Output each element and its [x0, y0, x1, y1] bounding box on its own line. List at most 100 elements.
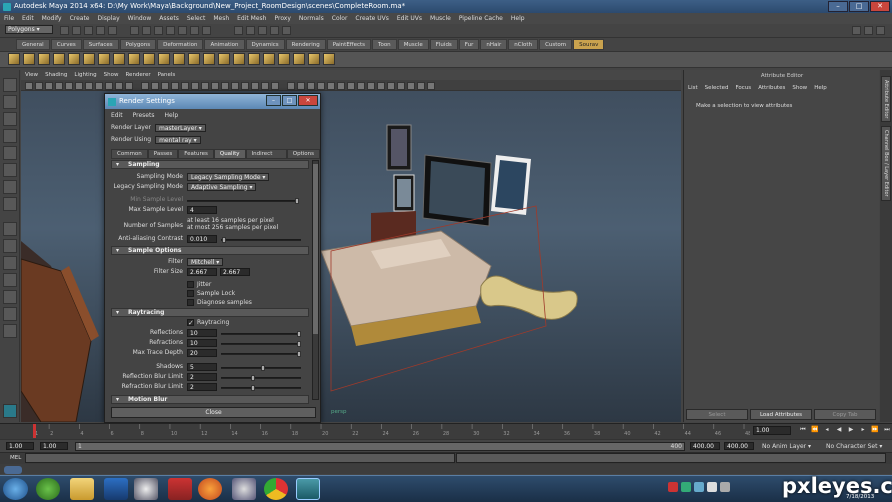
shelf-tool-icon[interactable] [248, 53, 260, 65]
playback-start-field[interactable]: 1.00 [40, 442, 68, 450]
menu-modify[interactable]: Modify [42, 13, 62, 24]
shelf-tab-toon[interactable]: Toon [372, 39, 397, 50]
render-settings-scroll-thumb[interactable] [313, 164, 318, 334]
play-backward-icon[interactable]: ◀ [834, 425, 844, 435]
viewport-tool-icon[interactable] [427, 82, 435, 90]
mel-label[interactable]: MEL [10, 454, 21, 462]
shelf-tab-polygons[interactable]: Polygons [119, 39, 157, 50]
select-tool-icon[interactable] [3, 78, 17, 92]
shelf-tab-fur[interactable]: Fur [458, 39, 480, 50]
redo-icon[interactable] [108, 26, 117, 35]
menu-window[interactable]: Window [128, 13, 152, 24]
viewport-tool-icon[interactable] [25, 82, 33, 90]
minimize-button[interactable]: – [828, 1, 848, 12]
diagnose-checkbox[interactable] [187, 299, 194, 306]
rs-menu-help[interactable]: Help [164, 111, 178, 120]
viewport-tool-icon[interactable] [241, 82, 249, 90]
min-sample-slider[interactable] [187, 198, 299, 204]
single-pane-layout-icon[interactable] [3, 222, 17, 236]
viewport-tool-icon[interactable] [337, 82, 345, 90]
viewport-tool-icon[interactable] [191, 82, 199, 90]
settings-app-icon[interactable] [232, 478, 256, 500]
viewport-menu-show[interactable]: Show [104, 70, 119, 80]
menu-assets[interactable]: Assets [159, 13, 179, 24]
viewport-tool-icon[interactable] [221, 82, 229, 90]
paint-select-icon[interactable] [3, 112, 17, 126]
shelf-tool-icon[interactable] [53, 53, 65, 65]
rs-minimize-button[interactable]: – [266, 95, 281, 106]
viewport-tool-icon[interactable] [151, 82, 159, 90]
shelf-tool-icon[interactable] [188, 53, 200, 65]
viewport-tool-icon[interactable] [347, 82, 355, 90]
menu-edit-mesh[interactable]: Edit Mesh [237, 13, 266, 24]
hypershade-layout-icon[interactable] [3, 290, 17, 304]
rs-close-button[interactable]: ✕ [298, 95, 318, 106]
jitter-checkbox[interactable] [187, 281, 194, 288]
start-time-field[interactable]: 1.00 [6, 442, 34, 450]
rs-menu-edit[interactable]: Edit [111, 111, 123, 120]
chrome-icon[interactable] [264, 478, 288, 500]
outliner-layout-icon[interactable] [3, 256, 17, 270]
render-frame-icon[interactable] [246, 26, 255, 35]
viewport-tool-icon[interactable] [297, 82, 305, 90]
shadows-slider[interactable] [221, 365, 301, 371]
graph-layout-icon[interactable] [3, 273, 17, 287]
tab-features[interactable]: Features [178, 149, 214, 159]
step-back-key-icon[interactable]: ⏪ [810, 425, 820, 435]
shadows-field[interactable]: 5 [187, 363, 217, 371]
scale-tool-icon[interactable] [3, 163, 17, 177]
shelf-tab-muscle[interactable]: Muscle [397, 39, 429, 50]
step-back-icon[interactable]: ◂ [822, 425, 832, 435]
menu-color[interactable]: Color [332, 13, 348, 24]
ae-menu-selected[interactable]: Selected [705, 84, 729, 92]
viewport-tool-icon[interactable] [287, 82, 295, 90]
shelf-tool-icon[interactable] [128, 53, 140, 65]
shelf-tab-surfaces[interactable]: Surfaces [82, 39, 119, 50]
side-tab-channel-box[interactable]: Channel Box / Layer Editor [881, 126, 891, 201]
tray-sync-icon[interactable] [694, 482, 704, 492]
viewport-tool-icon[interactable] [181, 82, 189, 90]
viewport-tool-icon[interactable] [125, 82, 133, 90]
filter-size-x-field[interactable]: 2.667 [187, 268, 217, 276]
viewport-tool-icon[interactable] [161, 82, 169, 90]
shelf-tool-icon[interactable] [173, 53, 185, 65]
shelf-tab-ncloth[interactable]: nCloth [508, 39, 539, 50]
menu-mesh[interactable]: Mesh [213, 13, 229, 24]
shelf-tab-fluids[interactable]: Fluids [429, 39, 458, 50]
undo-icon[interactable] [96, 26, 105, 35]
copy-tab-button[interactable]: Copy Tab [814, 409, 876, 420]
viewport-tool-icon[interactable] [417, 82, 425, 90]
viewport-tool-icon[interactable] [55, 82, 63, 90]
show-attribute-editor-icon[interactable] [852, 26, 861, 35]
viewport-menu-view[interactable]: View [25, 70, 38, 80]
ae-menu-show[interactable]: Show [792, 84, 807, 92]
shelf-tool-icon[interactable] [323, 53, 335, 65]
viewport-tool-icon[interactable] [387, 82, 395, 90]
render-layer-dropdown[interactable]: masterLayer ▾ [155, 124, 206, 132]
shelf-tool-icon[interactable] [308, 53, 320, 65]
play-forward-icon[interactable]: ▶ [846, 425, 856, 435]
raytracing-checkbox[interactable]: ✓ [187, 319, 194, 327]
viewport-tool-icon[interactable] [377, 82, 385, 90]
viewport-tool-icon[interactable] [105, 82, 113, 90]
shelf-tool-icon[interactable] [263, 53, 275, 65]
shelf-tab-dynamics[interactable]: Dynamics [245, 39, 285, 50]
sample-lock-checkbox[interactable] [187, 290, 194, 297]
shelf-tab-custom[interactable]: Custom [539, 39, 573, 50]
step-forward-icon[interactable]: ▸ [858, 425, 868, 435]
snap-point-icon[interactable] [190, 26, 199, 35]
menu-file[interactable]: File [4, 13, 14, 24]
viewport-menu-shading[interactable]: Shading [45, 70, 67, 80]
tray-volume-icon[interactable] [720, 482, 730, 492]
move-tool-icon[interactable] [3, 129, 17, 143]
firefox-icon[interactable] [198, 478, 222, 500]
viewport-tool-icon[interactable] [271, 82, 279, 90]
viewport-tool-icon[interactable] [45, 82, 53, 90]
media-player-icon[interactable] [104, 478, 128, 500]
layout-extra-icon[interactable] [3, 324, 17, 338]
maya-taskbar-icon[interactable] [296, 478, 320, 500]
viewport-tool-icon[interactable] [307, 82, 315, 90]
refractions-field[interactable]: 10 [187, 339, 217, 347]
viewport-tool-icon[interactable] [261, 82, 269, 90]
end-time-field[interactable]: 400.00 [724, 442, 754, 450]
